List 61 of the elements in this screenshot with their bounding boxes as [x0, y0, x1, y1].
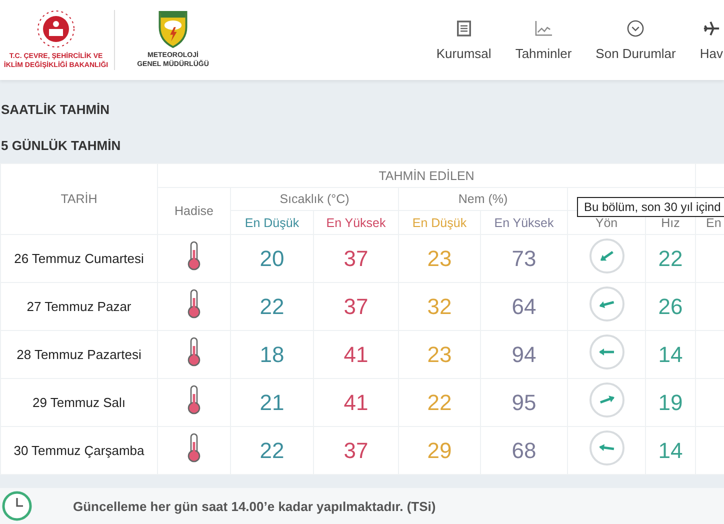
value-cell: 68: [512, 438, 536, 462]
date-cell: 26 Temmuz Cumartesi: [14, 250, 144, 266]
nav-link[interactable]: Hav: [688, 20, 723, 60]
value-cell: 64: [512, 294, 536, 318]
ministry-emblem-icon: [36, 9, 76, 50]
document-icon: [456, 20, 471, 36]
column-header: En Düşük: [412, 216, 467, 230]
section-title[interactable]: 5 GÜNLÜK TAHMİN: [0, 127, 131, 163]
date-cell: 27 Temmuz Pazar: [26, 298, 132, 314]
column-header: Yön: [595, 216, 618, 230]
update-note: Güncelleme her gün saat 14.00’e kadar yapılmaktadır. (TSi): [73, 498, 436, 514]
column-header: En Düşük: [244, 216, 300, 230]
tooltip: Bu bölüm, son 30 yıl içind: [577, 197, 724, 217]
value-cell: 37: [344, 246, 368, 270]
value-cell: 23: [427, 246, 452, 270]
value-cell: 37: [344, 438, 368, 462]
column-header: En Yüksek: [326, 216, 386, 230]
date-cell: 28 Temmuz Pazartesi: [16, 346, 142, 362]
value-cell: 14: [658, 438, 683, 462]
thermometer-icon: [187, 241, 201, 271]
value-cell: 37: [344, 294, 368, 318]
column-header: Hadise: [174, 204, 214, 218]
value-cell: 19: [658, 390, 683, 414]
thermometer-icon: [187, 385, 201, 415]
column-header: TARİH: [60, 192, 98, 206]
nav-link[interactable]: Tahminler: [503, 20, 584, 60]
value-cell: 21: [260, 390, 284, 414]
group-header: Nem (%): [458, 192, 508, 206]
value-cell: 22: [658, 246, 683, 270]
section-title[interactable]: SAATLİK TAHMİN: [0, 93, 131, 127]
group-header: TAHMİN EDİLEN: [378, 168, 474, 182]
chevron-circle-icon: [627, 20, 644, 36]
value-cell: 29: [427, 438, 452, 462]
date-cell: 29 Temmuz Salı: [32, 394, 126, 410]
chart-icon: [534, 20, 553, 36]
group-header: Sıcaklık (°C): [280, 192, 350, 206]
column-header: Hız: [661, 216, 680, 230]
nav-link[interactable]: Son Durumlar: [584, 20, 688, 60]
value-cell: 26: [658, 294, 683, 318]
value-cell: 22: [260, 294, 284, 318]
value-cell: 41: [344, 390, 368, 414]
value-cell: 95: [512, 390, 536, 414]
plane-icon: [702, 20, 720, 36]
value-cell: 23: [427, 342, 452, 366]
thermometer-icon: [187, 433, 201, 463]
shield-logo-icon: [158, 10, 188, 48]
value-cell: 18: [260, 342, 284, 366]
column-header: En: [706, 216, 722, 230]
value-cell: 14: [658, 342, 683, 366]
value-cell: 22: [427, 390, 452, 414]
value-cell: 41: [344, 342, 368, 366]
value-cell: 22: [260, 438, 284, 462]
date-cell: 30 Temmuz Çarşamba: [14, 442, 144, 458]
column-header: En Yüksek: [494, 216, 554, 230]
value-cell: 20: [260, 246, 284, 270]
value-cell: 32: [427, 294, 452, 318]
value-cell: 94: [512, 342, 536, 366]
thermometer-icon: [187, 289, 201, 319]
nav-link[interactable]: Kurumsal: [424, 20, 504, 60]
value-cell: 73: [512, 246, 536, 270]
thermometer-icon: [187, 337, 201, 367]
